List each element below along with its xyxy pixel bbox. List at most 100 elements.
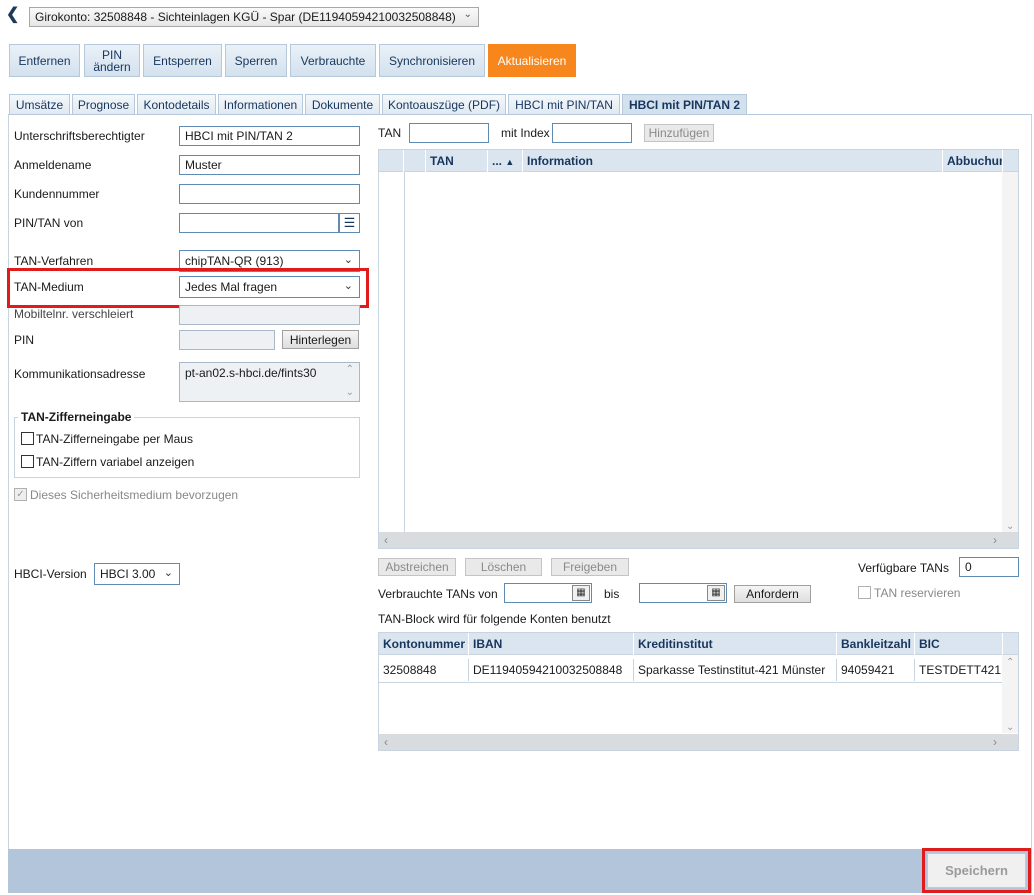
tab-label: Kontodetails: [143, 98, 210, 112]
hbci-version-select[interactable]: HBCI 3.00 ⌄: [94, 563, 180, 585]
vertical-scrollbar[interactable]: ⌃ ⌄: [1002, 655, 1018, 733]
th-bankleitzahl[interactable]: Bankleitzahl: [837, 633, 915, 655]
mobilnr-label: Mobiltelnr. verschleiert: [14, 307, 134, 321]
tan-reservieren-label: TAN reservieren: [874, 586, 961, 600]
tan-verfahren-label: TAN-Verfahren: [14, 254, 94, 268]
chk-bevorzugen: ✓: [14, 488, 27, 501]
bis-label: bis: [604, 587, 620, 601]
tab-label: Prognose: [77, 98, 130, 112]
anmeldename-input[interactable]: Muster: [179, 155, 360, 175]
account-select-value: Girokonto: 32508848 - Sichteinlagen KGÜ …: [35, 10, 456, 24]
scroll-left-icon[interactable]: ‹: [379, 734, 393, 750]
verbrauchte-bis-input[interactable]: ▦: [639, 583, 727, 603]
abstreichen-button[interactable]: Abstreichen: [378, 558, 456, 576]
aktualisieren-button[interactable]: Aktualisieren: [488, 44, 576, 77]
tan-table[interactable]: TAN ... ▲ Information Abbuchun ⌄ ‹ ›: [378, 149, 1019, 549]
chevron-down-icon: ⌄: [343, 254, 353, 266]
tab-dokumente[interactable]: Dokumente: [305, 94, 380, 115]
entfernen-button[interactable]: Entfernen: [9, 44, 80, 77]
scroll-right-icon[interactable]: ›: [988, 532, 1002, 548]
scroll-down-icon[interactable]: ⌄: [1006, 521, 1014, 532]
th-kontonummer[interactable]: Kontonummer: [379, 633, 469, 655]
footer-bar: [8, 849, 1032, 893]
scroll-left-icon[interactable]: ‹: [379, 532, 393, 548]
list-icon[interactable]: ☰: [339, 213, 360, 233]
column-divider: [404, 172, 405, 532]
scroll-down-icon[interactable]: ⌄: [1006, 722, 1014, 733]
pin-aendern-label-2: ändern: [93, 59, 131, 74]
tan-table-header: TAN ... ▲ Information Abbuchun: [379, 150, 1018, 172]
th-sort[interactable]: ... ▲: [488, 150, 523, 172]
tab-kontodetails[interactable]: Kontodetails: [137, 94, 216, 115]
komm-label: Kommunikationsadresse: [14, 367, 146, 381]
horizontal-scrollbar[interactable]: ‹ ›: [379, 532, 1018, 548]
pintan-von-input[interactable]: [179, 213, 339, 233]
unterschrift-input[interactable]: HBCI mit PIN/TAN 2: [179, 126, 360, 146]
chk-variabel[interactable]: [21, 455, 34, 468]
hinterlegen-button[interactable]: Hinterlegen: [282, 330, 359, 349]
cell-bankleitzahl: 94059421: [837, 659, 915, 681]
hinzufuegen-button[interactable]: Hinzufügen: [644, 124, 714, 142]
pin-aendern-button[interactable]: PIN ändern: [84, 44, 140, 77]
accounts-table-header: Kontonummer IBAN Kreditinstitut Bankleit…: [379, 633, 1018, 655]
kundennummer-label: Kundennummer: [14, 187, 100, 201]
chevron-down-icon: ⌄: [463, 9, 472, 20]
accounts-table[interactable]: Kontonummer IBAN Kreditinstitut Bankleit…: [378, 632, 1019, 751]
tab-prognose[interactable]: Prognose: [72, 94, 135, 115]
pin-label: PIN: [14, 333, 35, 347]
th-iban[interactable]: IBAN: [469, 633, 634, 655]
th-sort-label: ...: [492, 154, 503, 168]
horizontal-scrollbar[interactable]: ‹ ›: [379, 734, 1018, 750]
synchronisieren-button[interactable]: Synchronisieren: [379, 44, 485, 77]
tan-medium-select[interactable]: Jedes Mal fragen ⌄: [179, 276, 360, 298]
tab-label: Kontoauszüge (PDF): [387, 98, 501, 112]
scroll-up-icon[interactable]: ⌃: [1006, 657, 1014, 668]
chevron-down-icon: ⌄: [343, 280, 353, 292]
cell-kreditinstitut: Sparkasse Testinstitut-421 Münster: [634, 659, 837, 681]
scroll-up-icon: ⌃: [345, 364, 354, 375]
back-chevron-icon[interactable]: ❮: [6, 6, 20, 24]
tan-ziffern-group-title: TAN-Zifferneingabe: [18, 410, 135, 424]
verbrauchte-von-input[interactable]: ▦: [504, 583, 592, 603]
index-input[interactable]: [552, 123, 632, 143]
th-information[interactable]: Information: [523, 150, 943, 172]
chevron-down-icon: ⌄: [163, 567, 173, 579]
freigeben-button[interactable]: Freigeben: [551, 558, 629, 576]
tab-hbci-pintan-2[interactable]: HBCI mit PIN/TAN 2: [622, 94, 747, 115]
verfuegbare-input[interactable]: 0: [959, 557, 1019, 577]
tab-informationen[interactable]: Informationen: [218, 94, 303, 115]
pin-input: [179, 330, 275, 350]
kundennummer-input[interactable]: [179, 184, 360, 204]
speichern-button[interactable]: Speichern: [927, 853, 1026, 888]
tan-verfahren-value: chipTAN-QR (913): [185, 254, 284, 268]
entsperren-label: Entsperren: [153, 53, 212, 68]
pintan-von-label: PIN/TAN von: [14, 216, 84, 230]
hbci-version-label: HBCI-Version: [14, 567, 87, 581]
tab-hbci-pintan[interactable]: HBCI mit PIN/TAN: [508, 94, 620, 115]
th-abbuchung[interactable]: Abbuchun: [943, 150, 1003, 172]
mobilnr-input: [179, 305, 360, 325]
scroll-right-icon[interactable]: ›: [988, 734, 1002, 750]
th-tan[interactable]: TAN: [426, 150, 488, 172]
calendar-icon[interactable]: ▦: [572, 585, 590, 601]
tan-medium-label: TAN-Medium: [14, 280, 84, 294]
scroll-down-icon: ⌄: [345, 387, 354, 398]
anfordern-button[interactable]: Anfordern: [734, 585, 811, 603]
calendar-icon[interactable]: ▦: [707, 585, 725, 601]
tab-kontoauszuege[interactable]: Kontoauszüge (PDF): [382, 94, 506, 115]
tab-umsaetze[interactable]: Umsätze: [9, 94, 70, 115]
entsperren-button[interactable]: Entsperren: [143, 44, 222, 77]
sperren-button[interactable]: Sperren: [225, 44, 287, 77]
komm-textarea: pt-an02.s-hbci.de/fints30 ⌃ ⌄: [179, 362, 360, 402]
chk-per-maus[interactable]: [21, 432, 34, 445]
tab-label: Dokumente: [311, 98, 374, 112]
entfernen-label: Entfernen: [18, 53, 71, 68]
vertical-scrollbar[interactable]: ⌄: [1002, 172, 1018, 532]
th-kreditinstitut[interactable]: Kreditinstitut: [634, 633, 837, 655]
th-bic[interactable]: BIC: [915, 633, 1003, 655]
loeschen-button[interactable]: Löschen: [465, 558, 542, 576]
table-row[interactable]: 32508848 DE11940594210032508848 Sparkass…: [379, 655, 1002, 683]
account-select[interactable]: Girokonto: 32508848 - Sichteinlagen KGÜ …: [29, 7, 479, 27]
verbrauchte-button[interactable]: Verbrauchte: [290, 44, 376, 77]
tan-input[interactable]: [409, 123, 489, 143]
